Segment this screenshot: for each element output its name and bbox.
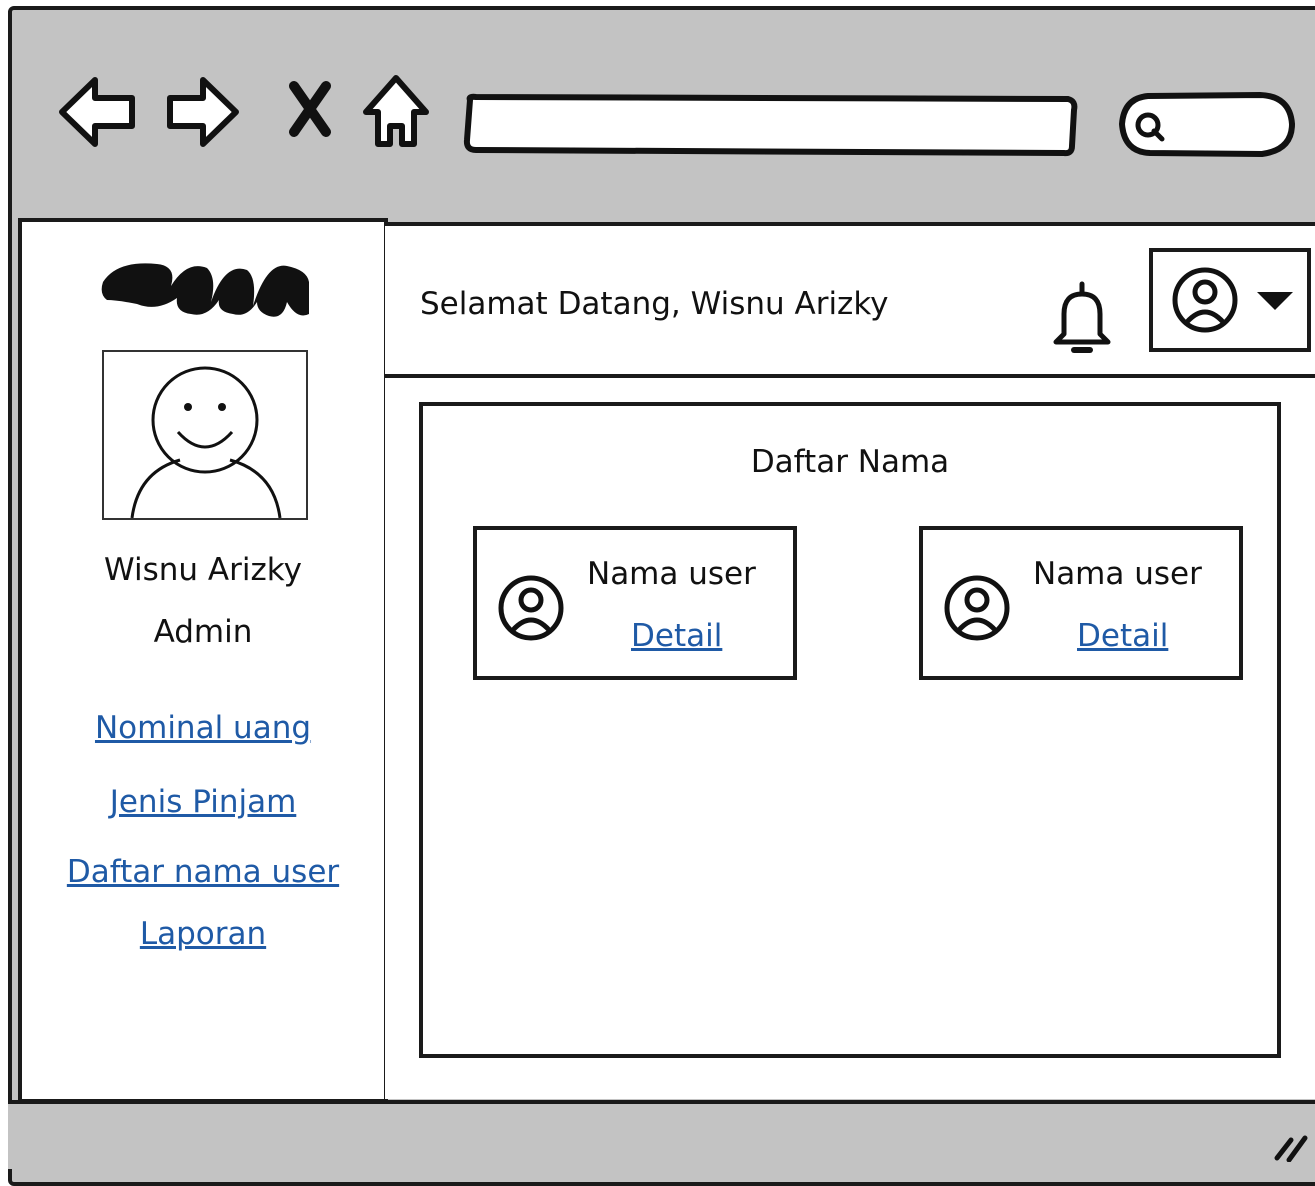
chevron-down-icon (1257, 292, 1293, 310)
avatar-face-icon (130, 366, 282, 518)
user-card-name: Nama user (587, 556, 756, 592)
browser-toolbar (59, 75, 1296, 158)
status-bar (8, 1100, 1315, 1169)
user-list-panel: Daftar Nama Nama user Detail Nama user D… (419, 402, 1281, 1058)
resize-grip-icon[interactable] (1267, 1122, 1311, 1162)
home-icon[interactable] (363, 75, 429, 147)
close-icon[interactable] (289, 81, 331, 137)
sidebar-user-name: Wisnu Arizky (104, 552, 302, 588)
address-bar[interactable] (463, 93, 1078, 157)
user-circle-icon (498, 575, 564, 641)
sidebar-link-jenis-pinjam[interactable]: Jenis Pinjam (22, 784, 384, 820)
profile-picture (102, 350, 308, 520)
sidebar-link-nominal-uang[interactable]: Nominal uang (22, 710, 384, 746)
top-header: Selamat Datang, Wisnu Arizky (385, 226, 1315, 378)
sidebar-link-daftar-nama-user[interactable]: Daftar nama user (22, 854, 384, 890)
forward-arrow-icon[interactable] (167, 77, 239, 147)
search-field[interactable] (1118, 91, 1296, 158)
welcome-text: Selamat Datang, Wisnu Arizky (420, 286, 889, 322)
user-card-detail-link[interactable]: Detail (1077, 618, 1168, 654)
user-card-detail-link[interactable]: Detail (631, 618, 722, 654)
user-card-name: Nama user (1033, 556, 1202, 592)
back-arrow-icon[interactable] (59, 77, 135, 147)
main-panel: Selamat Datang, Wisnu Arizky Daftar Nama (385, 222, 1315, 1099)
sidebar: Wisnu Arizky Admin Nominal uang Jenis Pi… (18, 218, 388, 1103)
logo-icon (101, 263, 310, 317)
sidebar-link-laporan[interactable]: Laporan (22, 916, 384, 952)
bell-icon[interactable] (1050, 278, 1114, 358)
user-card: Nama user Detail (473, 526, 797, 680)
profile-menu-button[interactable] (1149, 248, 1311, 352)
sidebar-user-role: Admin (153, 614, 253, 650)
list-title: Daftar Nama (750, 444, 950, 480)
user-card: Nama user Detail (919, 526, 1243, 680)
user-circle-icon (944, 575, 1010, 641)
